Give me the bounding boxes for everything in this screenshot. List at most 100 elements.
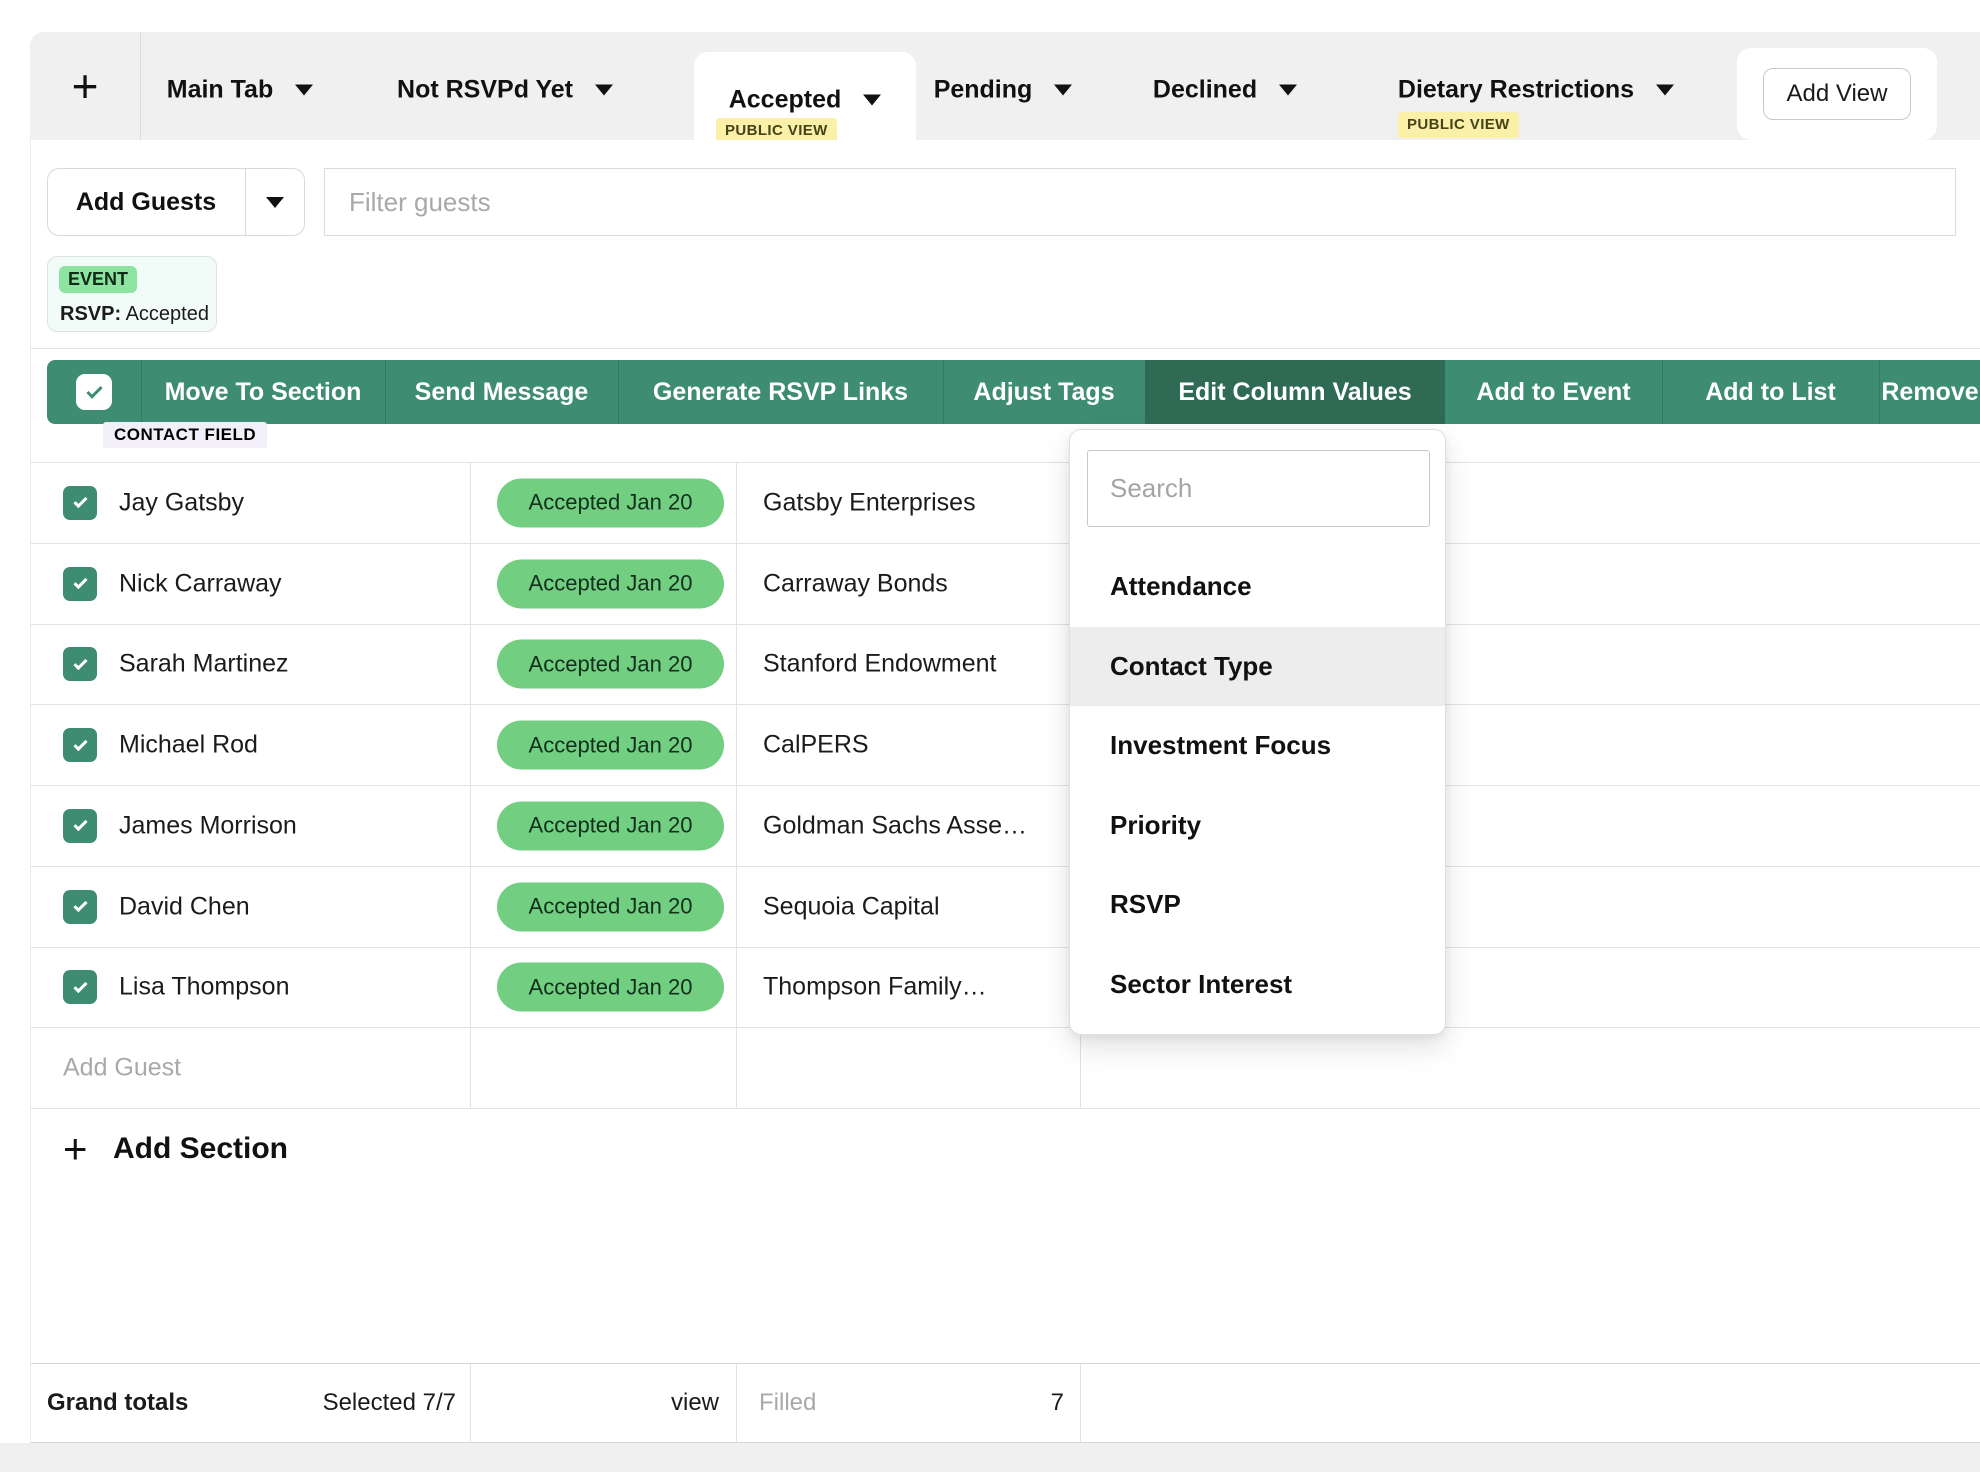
add-view-button[interactable]: Add View [1763,68,1911,120]
tab-main-tab[interactable]: Main Tab [150,32,330,140]
guest-name[interactable]: Michael Rod [119,731,258,760]
tab-pending[interactable]: Pending [913,32,1093,140]
guest-name[interactable]: Jay Gatsby [119,488,244,517]
totals-view-mode[interactable]: view [671,1389,719,1417]
table-row[interactable]: Michael Rod Accepted Jan 20 CalPERS [31,704,1980,785]
tab-not-rsvpd-yet[interactable]: Not RSVPd Yet [395,32,615,140]
select-all-cell [47,360,141,424]
filled-label[interactable]: Filled [759,1389,816,1417]
add-guest-row[interactable]: Add Guest [31,1027,1980,1108]
page-background-band [0,1443,1980,1472]
guest-name[interactable]: David Chen [119,892,250,921]
row-checkbox[interactable] [63,567,97,601]
select-all-checkbox[interactable] [76,374,112,410]
company-cell[interactable]: Gatsby Enterprises [763,488,976,517]
guest-name[interactable]: Lisa Thompson [119,973,289,1002]
chevron-down-icon[interactable] [1054,85,1072,96]
dropdown-item-investment-focus[interactable]: Investment Focus [1070,706,1445,786]
event-tag: EVENT [59,266,137,293]
row-checkbox[interactable] [63,486,97,520]
rsvp-status-pill[interactable]: Accepted Jan 20 [497,721,724,770]
bulk-actions-toolbar: Move To Section Send Message Generate RS… [47,360,1980,424]
check-icon [73,656,87,670]
contact-field-label: CONTACT FIELD [103,422,267,448]
tab-label: Dietary Restrictions [1398,76,1634,105]
check-icon [73,898,87,912]
section-separator [31,348,1980,349]
rsvp-status-pill[interactable]: Accepted Jan 20 [497,882,724,931]
table-row[interactable]: Sarah Martinez Accepted Jan 20 Stanford … [31,624,1980,705]
adjust-tags-button[interactable]: Adjust Tags [943,360,1145,424]
column-divider [470,1364,471,1442]
column-divider [736,1364,737,1442]
company-cell[interactable]: Stanford Endowment [763,650,996,679]
edit-column-values-button[interactable]: Edit Column Values [1145,360,1445,424]
table-row[interactable]: Lisa Thompson Accepted Jan 20 Thompson F… [31,947,1980,1028]
chevron-down-icon[interactable] [1279,85,1297,96]
row-checkbox[interactable] [63,970,97,1004]
guest-list-card: Add Guests EVENT RSVP: Accepted Move To … [30,140,1980,1443]
add-to-list-button[interactable]: Add to List [1662,360,1879,424]
chevron-down-icon[interactable] [295,85,313,96]
tab-label: Main Tab [167,76,273,105]
guest-name[interactable]: James Morrison [119,811,297,840]
dropdown-item-sector-interest[interactable]: Sector Interest [1070,945,1445,1025]
row-checkbox[interactable] [63,809,97,843]
table-row[interactable]: James Morrison Accepted Jan 20 Goldman S… [31,785,1980,866]
add-section-button[interactable]: + Add Section [31,1108,1980,1190]
table-row[interactable]: Jay Gatsby Accepted Jan 20 Gatsby Enterp… [31,462,1980,543]
rsvp-status-pill[interactable]: Accepted Jan 20 [497,478,724,527]
dropdown-item-list: Attendance Contact Type Investment Focus… [1070,547,1445,1024]
rsvp-status-pill[interactable]: Accepted Jan 20 [497,640,724,689]
chevron-down-icon [266,197,284,208]
tab-dietary-restrictions[interactable]: Dietary Restrictions PUBLIC VIEW [1376,32,1696,140]
tab-declined[interactable]: Declined [1135,32,1315,140]
chevron-down-icon[interactable] [595,85,613,96]
guest-name[interactable]: Nick Carraway [119,569,282,598]
chevron-down-icon[interactable] [1656,85,1674,96]
rsvp-filter-chip[interactable]: EVENT RSVP: Accepted [47,256,217,332]
dropdown-item-rsvp[interactable]: RSVP [1070,865,1445,945]
send-message-button[interactable]: Send Message [385,360,618,424]
row-checkbox[interactable] [63,728,97,762]
rsvp-filter-value: Accepted [121,303,209,325]
filled-value: 7 [1051,1389,1064,1417]
company-cell[interactable]: Goldman Sachs Asse… [763,811,1027,840]
generate-rsvp-links-button[interactable]: Generate RSVP Links [618,360,943,424]
selected-count: Selected 7/7 [323,1389,456,1417]
dropdown-search-input[interactable] [1087,450,1430,527]
column-select-dropdown: Attendance Contact Type Investment Focus… [1069,429,1446,1035]
company-cell[interactable]: Carraway Bonds [763,569,948,598]
public-view-badge: PUBLIC VIEW [1398,112,1519,138]
move-to-section-button[interactable]: Move To Section [141,360,385,424]
company-cell[interactable]: Sequoia Capital [763,892,940,921]
rsvp-filter-text: RSVP: Accepted [60,303,209,326]
rsvp-status-pill[interactable]: Accepted Jan 20 [497,559,724,608]
add-guests-dropdown-toggle[interactable] [246,169,304,235]
filter-guests-input[interactable] [324,168,1956,236]
grand-totals-row: Grand totals Selected 7/7 view Filled 7 [31,1363,1980,1443]
remove-button[interactable]: Remove [1879,360,1980,424]
check-icon [73,494,87,508]
add-guests-split-button[interactable]: Add Guests [47,168,305,236]
tab-accepted-active[interactable]: Accepted PUBLIC VIEW [694,52,916,140]
table-row[interactable]: David Chen Accepted Jan 20 Sequoia Capit… [31,866,1980,947]
add-tab-button[interactable]: + [30,32,140,140]
row-checkbox[interactable] [63,890,97,924]
add-section-label: Add Section [113,1132,288,1166]
dropdown-item-contact-type[interactable]: Contact Type [1070,627,1445,707]
rsvp-status-pill[interactable]: Accepted Jan 20 [497,801,724,850]
column-divider [1080,1364,1081,1442]
company-cell[interactable]: CalPERS [763,731,869,760]
row-checkbox[interactable] [63,647,97,681]
company-cell[interactable]: Thompson Family… [763,973,987,1002]
add-to-event-button[interactable]: Add to Event [1445,360,1662,424]
tab-bar: + Main Tab Not RSVPd Yet Accepted PUBLIC… [30,32,1980,140]
chevron-down-icon[interactable] [863,95,881,106]
dropdown-item-priority[interactable]: Priority [1070,786,1445,866]
dropdown-item-attendance[interactable]: Attendance [1070,547,1445,627]
guest-name[interactable]: Sarah Martinez [119,650,289,679]
rsvp-status-pill[interactable]: Accepted Jan 20 [497,963,724,1012]
table-row[interactable]: Nick Carraway Accepted Jan 20 Carraway B… [31,543,1980,624]
plus-icon: + [72,63,99,109]
